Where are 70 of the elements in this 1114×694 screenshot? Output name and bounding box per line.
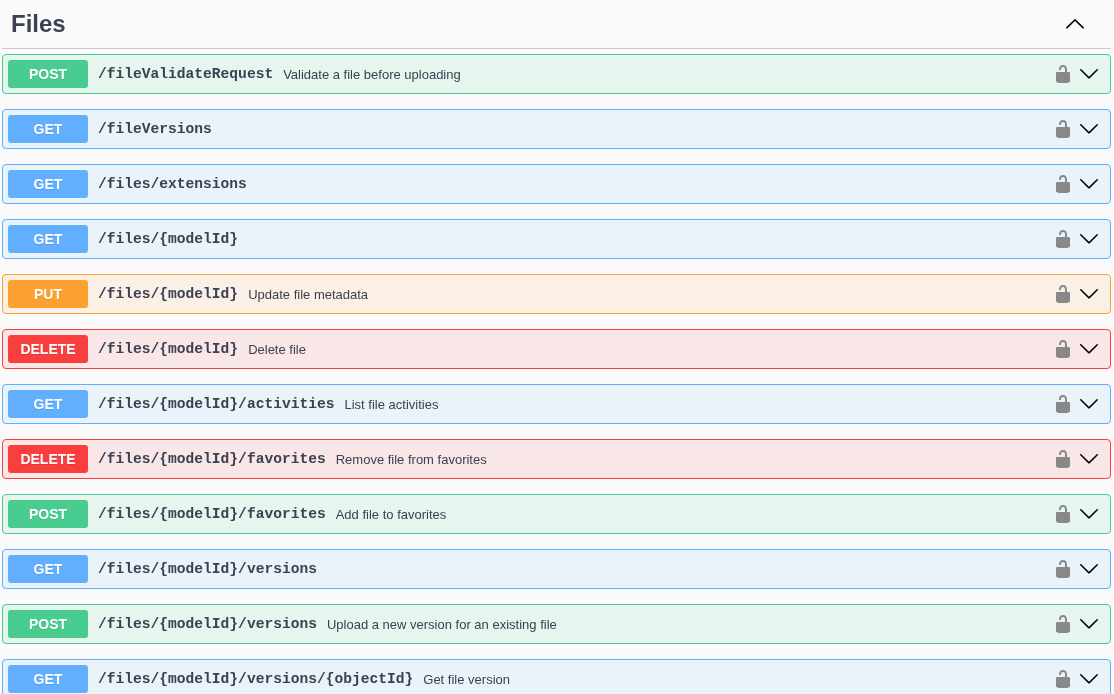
operation-row[interactable]: GET /files/{modelId}/activities List file activities [2,384,1111,424]
endpoint-path: /files/{modelId}/favorites [98,451,326,467]
operation-row[interactable]: GET /fileVersions [2,109,1111,149]
chevron-down-icon[interactable] [1080,124,1098,134]
operation-row[interactable]: GET /files/extensions [2,164,1111,204]
chevron-down-icon[interactable] [1080,344,1098,354]
endpoint-path: /files/{modelId} [98,286,239,302]
method-badge: PUT [8,280,88,308]
section-title: Files [11,10,67,38]
method-badge: POST [8,610,88,638]
endpoint-summary: Delete file [248,341,306,357]
padlock-icon[interactable] [1056,230,1070,248]
chevron-down-icon[interactable] [1080,69,1098,79]
method-badge: DELETE [8,445,88,473]
endpoint-path: /files/{modelId} [98,231,239,247]
endpoint-summary: List file activities [344,396,439,412]
method-badge: GET [8,665,88,693]
endpoint-summary: Validate a file before uploading [283,66,461,82]
endpoint-path: /files/{modelId}/activities [98,396,335,412]
method-badge: POST [8,500,88,528]
method-badge: GET [8,390,88,418]
chevron-down-icon[interactable] [1080,179,1098,189]
endpoint-path: /files/extensions [98,176,247,192]
operation-row[interactable]: GET /files/{modelId} [2,219,1111,259]
padlock-icon[interactable] [1056,175,1070,193]
endpoint-summary: Get file version [423,671,510,687]
method-badge: POST [8,60,88,88]
chevron-down-icon[interactable] [1080,454,1098,464]
operation-row[interactable]: POST /files/{modelId}/versions Upload a new version for an existing file [2,604,1111,644]
padlock-icon[interactable] [1056,670,1070,688]
chevron-down-icon[interactable] [1080,234,1098,244]
operation-row[interactable]: POST /files/{modelId}/favorites Add file to favorites [2,494,1111,534]
chevron-down-icon[interactable] [1080,399,1098,409]
endpoint-path: /files/{modelId}/favorites [98,506,326,522]
endpoint-path: /fileVersions [98,121,212,137]
padlock-icon[interactable] [1056,65,1070,83]
method-badge: GET [8,225,88,253]
operation-row[interactable]: DELETE /files/{modelId} Delete file [2,329,1111,369]
padlock-icon[interactable] [1056,615,1070,633]
operation-row[interactable]: DELETE /files/{modelId}/favorites Remove file from favorites [2,439,1111,479]
operation-row[interactable]: POST /fileValidateRequest Validate a file before uploading [2,54,1111,94]
endpoint-summary: Add file to favorites [335,506,447,522]
method-badge: GET [8,555,88,583]
endpoint-summary: Upload a new version for an existing file [326,616,557,632]
operation-row[interactable]: GET /files/{modelId}/versions/{objectId} Get file version [2,659,1111,694]
endpoint-path: /files/{modelId}/versions [98,561,317,577]
chevron-down-icon[interactable] [1080,619,1098,629]
padlock-icon[interactable] [1056,285,1070,303]
padlock-icon[interactable] [1056,560,1070,578]
chevron-down-icon[interactable] [1080,509,1098,519]
chevron-down-icon[interactable] [1080,289,1098,299]
endpoint-path: /files/{modelId}/versions [98,616,317,632]
method-badge: GET [8,170,88,198]
endpoint-summary: Update file metadata [248,286,369,302]
chevron-up-icon[interactable] [1066,19,1084,29]
padlock-icon[interactable] [1056,505,1070,523]
endpoint-summary: Remove file from favorites [335,451,487,467]
method-badge: GET [8,115,88,143]
padlock-icon[interactable] [1056,395,1070,413]
chevron-down-icon[interactable] [1080,674,1098,684]
method-badge: DELETE [8,335,88,363]
endpoint-path: /fileValidateRequest [98,66,274,82]
endpoint-path: /files/{modelId}/versions/{objectId} [98,671,414,687]
padlock-icon[interactable] [1056,450,1070,468]
operation-row[interactable]: PUT /files/{modelId} Update file metadata [2,274,1111,314]
endpoint-path: /files/{modelId} [98,341,239,357]
operation-row[interactable]: GET /files/{modelId}/versions [2,549,1111,589]
chevron-down-icon[interactable] [1080,564,1098,574]
padlock-icon[interactable] [1056,120,1070,138]
padlock-icon[interactable] [1056,340,1070,358]
